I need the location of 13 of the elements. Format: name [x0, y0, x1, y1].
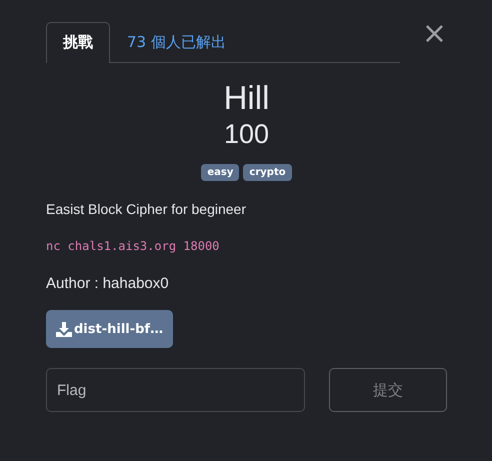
challenge-title: Hill: [222, 79, 270, 117]
download-button[interactable]: dist-hill-bf…: [46, 310, 174, 348]
download-icon: [56, 322, 72, 336]
challenge-points: 100: [222, 119, 270, 150]
tab[interactable]: 挑戰: [46, 22, 110, 63]
close-button[interactable]: ×: [422, 22, 447, 46]
tag: crypto: [243, 164, 292, 181]
flag-input[interactable]: Flag: [46, 368, 305, 412]
tag: easy: [201, 164, 240, 181]
challenge-description: Easist Block Cipher for begineer: [46, 201, 247, 217]
author-text: Author : hahabox0: [46, 275, 170, 292]
tab[interactable]: 73 個人已解出: [110, 22, 243, 63]
command-text: nc chals1.ais3.org 18000: [46, 239, 220, 253]
